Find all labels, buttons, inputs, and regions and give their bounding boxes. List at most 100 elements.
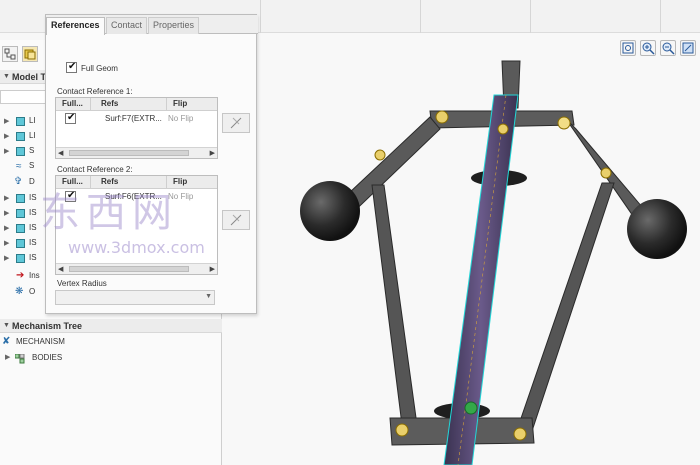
- part-icon: [16, 239, 25, 248]
- pin-joint[interactable]: [374, 149, 386, 161]
- tree-item[interactable]: ➔ Ins: [0, 270, 46, 284]
- right-ball[interactable]: [627, 199, 687, 259]
- filter-icon[interactable]: [2, 46, 18, 62]
- ref-value: Surf:F7(EXTR...: [105, 114, 162, 123]
- chevron-down-icon: ▼: [205, 293, 212, 300]
- model-tree-header[interactable]: ▼ Model T: [0, 70, 46, 84]
- mechanism-tree-header[interactable]: ▼ Mechanism Tree: [0, 319, 222, 333]
- pin-joint[interactable]: [497, 123, 509, 135]
- repaint-icon[interactable]: [680, 40, 696, 56]
- contact-ref2-table: Full... Refs Flip Surf:F6(EXTR... No Fli…: [55, 175, 218, 275]
- column-separator: [90, 176, 91, 189]
- table-row[interactable]: Surf:F7(EXTR... No Flip: [56, 112, 217, 126]
- ref-value: Surf:F6(EXTR...: [105, 192, 162, 201]
- tree-item-label: O: [29, 287, 36, 296]
- column-separator: [166, 98, 167, 111]
- tab-properties[interactable]: Properties: [148, 17, 200, 34]
- pin-joint[interactable]: [513, 427, 527, 441]
- damper-icon: ✞: [14, 176, 23, 187]
- full-geom-label: Full Geom: [81, 64, 118, 73]
- zoom-in-icon[interactable]: [640, 40, 656, 56]
- mechanism-icon: ✘: [2, 336, 11, 347]
- tab-contact[interactable]: Contact: [106, 17, 148, 34]
- full-geom-checkbox[interactable]: [66, 61, 77, 73]
- tree-item-label: IS: [29, 223, 37, 232]
- contact-ref1-table: Full... Refs Flip Surf:F7(EXTR... No Fli…: [55, 97, 218, 159]
- column-refs: Refs: [101, 99, 119, 108]
- tree-item[interactable]: ▶ IS: [0, 237, 46, 251]
- scroll-right-icon[interactable]: ▶: [210, 149, 215, 157]
- horizontal-scrollbar[interactable]: ◀ ▶: [56, 263, 217, 274]
- insert-arrow-icon: ➔: [16, 270, 25, 281]
- zoom-out-icon[interactable]: [660, 40, 676, 56]
- pin-joint[interactable]: [395, 423, 409, 437]
- settings-icon[interactable]: [22, 46, 38, 62]
- collapse-icon: ▼: [3, 322, 10, 329]
- contact-ref2-label: Contact Reference 2:: [57, 165, 133, 174]
- vertex-radius-select[interactable]: ▼: [55, 290, 215, 305]
- collapse-icon: ▼: [3, 73, 10, 80]
- tree-item-label: D: [29, 177, 35, 186]
- dialog-tabs: References Contact Properties: [46, 15, 258, 35]
- tree-item[interactable]: ▶ S: [0, 145, 46, 159]
- column-separator: [90, 98, 91, 111]
- bodies-label: BODIES: [32, 353, 63, 362]
- mechanism-root-label: MECHANISM: [16, 337, 65, 346]
- part-icon: [16, 194, 25, 203]
- flip-button[interactable]: [222, 210, 250, 230]
- scroll-thumb[interactable]: [69, 266, 189, 272]
- full-geom-row-checkbox[interactable]: [65, 190, 76, 202]
- tree-item-label: IS: [29, 193, 37, 202]
- tree-toolbar: [0, 40, 46, 68]
- tree-item[interactable]: ▶ IS: [0, 207, 46, 221]
- tree-item-label: Ins: [29, 271, 40, 280]
- tree-item[interactable]: ▶ LI: [0, 115, 46, 129]
- mechanism-root-item[interactable]: ✘ MECHANISM: [0, 336, 222, 350]
- scroll-left-icon[interactable]: ◀: [58, 149, 63, 157]
- model-tree-title: Model T: [12, 72, 46, 82]
- full-geom-row-checkbox[interactable]: [65, 112, 76, 124]
- graphics-viewport[interactable]: [222, 33, 700, 465]
- tree-item[interactable]: ▶ IS: [0, 192, 46, 206]
- bodies-icon: [14, 353, 25, 364]
- zoom-fit-icon[interactable]: [620, 40, 636, 56]
- column-full: Full...: [62, 177, 83, 186]
- pin-joint[interactable]: [557, 116, 571, 130]
- app-window: ▼ Model T ▶ LI ▶ LI ▶ S ≈ S ✞ D ▶ IS ▶ IS ▶ IS…: [0, 0, 700, 465]
- contact-definition-dialog: References Contact Properties Full Geom …: [45, 14, 258, 314]
- pin-joint[interactable]: [600, 167, 612, 179]
- table-header: Full... Refs Flip: [56, 98, 217, 111]
- column-full: Full...: [62, 99, 83, 108]
- pin-joint[interactable]: [435, 110, 449, 124]
- left-ball[interactable]: [300, 181, 360, 241]
- tree-item[interactable]: ▶ LI: [0, 130, 46, 144]
- view-toolbar: [618, 40, 700, 58]
- tree-item-label: IS: [29, 238, 37, 247]
- slider-joint[interactable]: [464, 401, 478, 415]
- table-row[interactable]: Surf:F6(EXTR... No Flip: [56, 190, 217, 204]
- tree-item-label: LI: [29, 116, 36, 125]
- table-header: Full... Refs Flip: [56, 176, 217, 189]
- tree-item[interactable]: ❋ O: [0, 286, 46, 300]
- coordinate-system-icon: ❋: [15, 286, 24, 297]
- tree-item-label: IS: [29, 253, 37, 262]
- tree-search-input[interactable]: [0, 90, 46, 104]
- tree-item-label: S: [29, 161, 35, 170]
- tree-item[interactable]: ▶ IS: [0, 252, 46, 266]
- scroll-right-icon[interactable]: ▶: [210, 265, 215, 273]
- flip-button[interactable]: [222, 113, 250, 133]
- tree-item[interactable]: ✞ D: [0, 176, 46, 190]
- bodies-item[interactable]: ▶ BODIES: [0, 352, 222, 366]
- tab-references[interactable]: References: [46, 17, 105, 35]
- part-icon: [16, 132, 25, 141]
- tree-item-label: LI: [29, 131, 36, 140]
- column-refs: Refs: [101, 177, 119, 186]
- expand-icon: ▶: [5, 354, 11, 361]
- tree-item[interactable]: ≈ S: [0, 160, 46, 174]
- column-flip: Flip: [173, 99, 188, 108]
- scroll-left-icon[interactable]: ◀: [58, 265, 63, 273]
- scroll-thumb[interactable]: [69, 150, 189, 156]
- tree-item[interactable]: ▶ IS: [0, 222, 46, 236]
- horizontal-scrollbar[interactable]: ◀ ▶: [56, 147, 217, 158]
- column-separator: [166, 176, 167, 189]
